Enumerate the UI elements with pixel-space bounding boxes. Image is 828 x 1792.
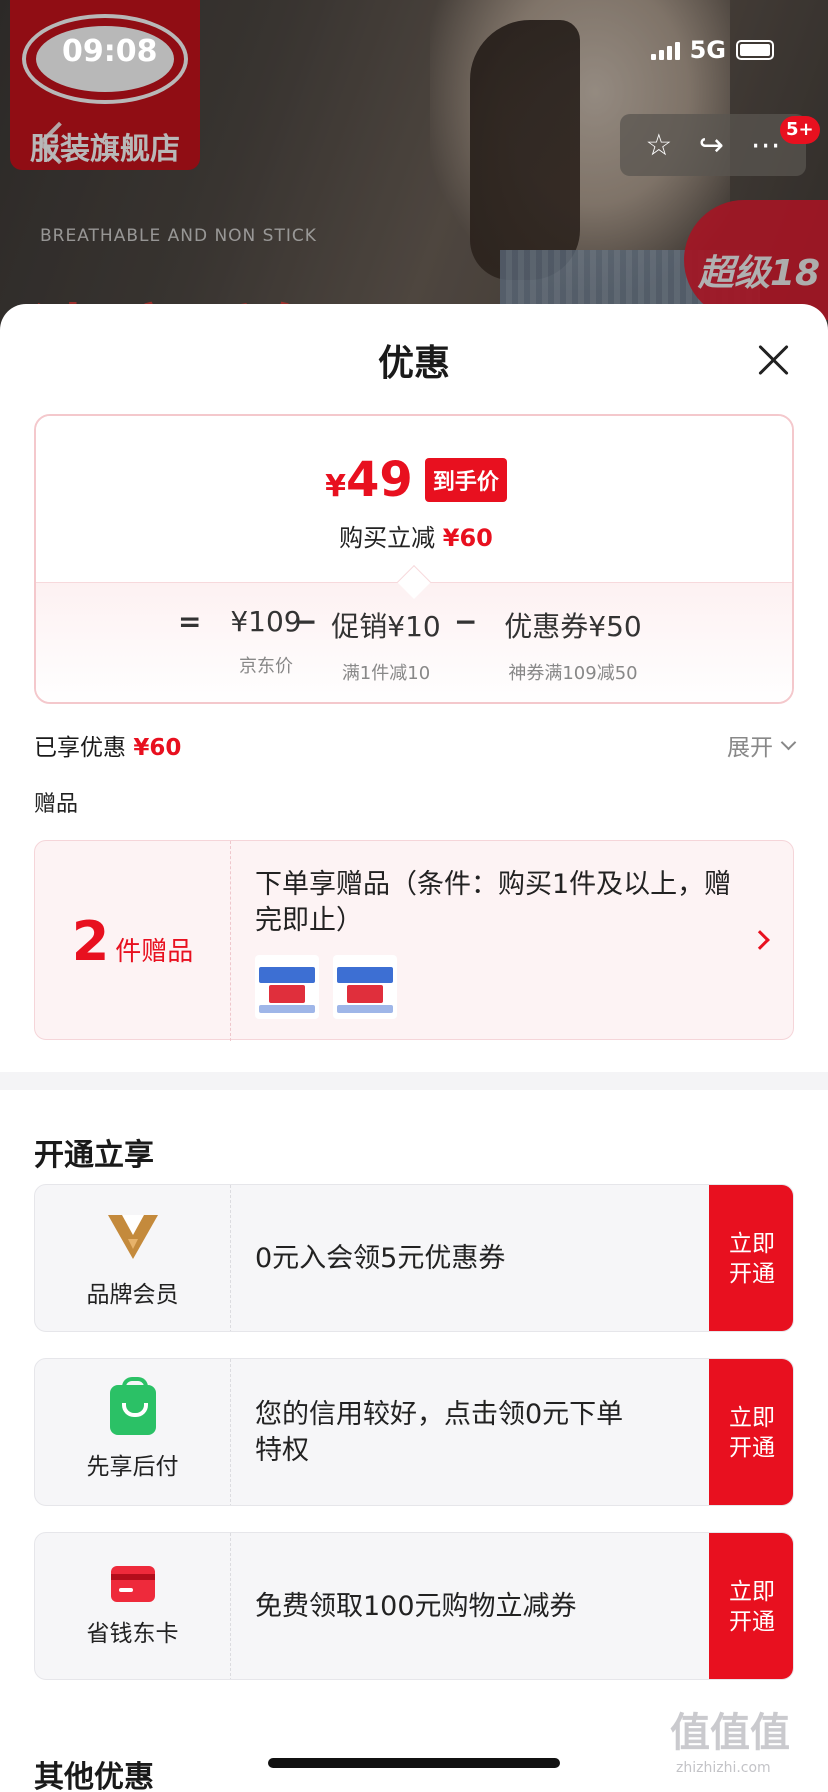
member-description: 您的信用较好，点击领0元下单特权: [255, 1399, 624, 1466]
gift-card[interactable]: 2 件赠品 下单享赠品（条件：购买1件及以上，赠完即止）: [34, 840, 794, 1041]
product-background: 服装旗舰店 BREATHABLE AND NON STICK 超级18 清凉透气…: [0, 0, 828, 330]
minus-sign: −: [294, 605, 318, 638]
coupon-label: 神券满109减50: [508, 663, 638, 684]
open-now-button[interactable]: 立即开通: [709, 1359, 793, 1505]
home-indicator[interactable]: [268, 1758, 560, 1768]
save-label: 购买立减: [339, 524, 436, 552]
gift-thumbnail[interactable]: [333, 955, 397, 1019]
card-icon: [110, 1566, 155, 1602]
notification-badge: 5+: [780, 116, 820, 144]
member-name: 先享后付: [86, 1454, 179, 1480]
gift-thumbnail[interactable]: [255, 955, 319, 1019]
coupon-item: 优惠券¥50 神券满109减50: [478, 605, 668, 685]
member-card-savings[interactable]: 省钱东卡 免费领取100元购物立减券 立即开通: [34, 1532, 794, 1680]
status-indicators: 5G: [650, 36, 774, 64]
site-watermark-url: zhizhizhi.com: [676, 1760, 771, 1776]
gift-count-block: 2 件赠品: [35, 841, 231, 1041]
enjoyed-discount: 已享优惠 ¥60: [34, 728, 181, 762]
gift-unit: 件赠品: [115, 936, 194, 967]
member-identity: 省钱东卡: [35, 1533, 231, 1679]
member-card-brand[interactable]: 品牌会员 0元入会领5元优惠券 立即开通: [34, 1184, 794, 1332]
site-watermark: 值值值: [670, 1710, 790, 1756]
minus-sign: −: [454, 605, 478, 638]
top-action-bar: ☆ ↪ ⋯: [620, 114, 806, 176]
final-price-value: 49: [346, 452, 413, 508]
price-summary: ¥49 到手价 购买立减 ¥60: [36, 416, 792, 582]
section-divider: [0, 1072, 828, 1090]
status-time: 09:08: [62, 34, 158, 69]
other-section-title: 其他优惠: [34, 1760, 154, 1792]
gift-count: 2: [71, 909, 110, 973]
promo-item: 促销¥10 满1件减10: [316, 605, 456, 685]
member-identity: 先享后付: [35, 1359, 231, 1505]
share-icon[interactable]: ↪: [699, 128, 724, 163]
gift-section-label: 赠品: [34, 792, 79, 817]
member-description: 免费领取100元购物立减券: [255, 1591, 577, 1622]
member-name: 品牌会员: [86, 1282, 179, 1308]
signal-icon: [650, 40, 680, 60]
expand-button[interactable]: 展开: [727, 728, 797, 762]
enjoyed-amount: ¥60: [133, 735, 182, 761]
chevron-right-icon: [750, 930, 770, 950]
gift-thumbnails: [255, 955, 397, 1019]
brand-v-icon: [107, 1215, 158, 1259]
open-now-button[interactable]: 立即开通: [709, 1185, 793, 1331]
member-card-paylater[interactable]: 先享后付 您的信用较好，点击领0元下单特权 立即开通: [34, 1358, 794, 1506]
open-section-title: 开通立享: [34, 1138, 154, 1173]
discount-sheet: 优惠 ¥49 到手价 购买立减 ¥60 = ¥109 京东价 − 促销¥10 满…: [0, 304, 828, 1792]
network-label: 5G: [689, 36, 726, 64]
more-icon[interactable]: ⋯: [751, 128, 781, 163]
jd-price-label: 京东价: [239, 656, 293, 677]
battery-icon: [736, 40, 774, 60]
open-now-button[interactable]: 立即开通: [709, 1533, 793, 1679]
chevron-down-icon: [780, 734, 797, 750]
member-name: 省钱东卡: [86, 1621, 179, 1647]
price-breakdown-card: ¥49 到手价 购买立减 ¥60 = ¥109 京东价 − 促销¥10 满1件减…: [34, 414, 794, 704]
coupon-amount: 优惠券¥50: [504, 610, 642, 643]
enjoyed-discount-row[interactable]: 已享优惠 ¥60 展开: [34, 728, 797, 762]
promo-amount: 促销¥10: [331, 610, 441, 643]
final-price: ¥49: [325, 456, 413, 504]
final-price-currency: ¥: [325, 469, 347, 504]
member-identity: 品牌会员: [35, 1185, 231, 1331]
instant-save-line: 购买立减 ¥60: [36, 518, 792, 553]
final-price-line: ¥49 到手价: [36, 456, 792, 504]
sheet-title: 优惠: [377, 343, 450, 384]
close-icon[interactable]: [754, 340, 794, 380]
expand-label: 展开: [727, 735, 773, 761]
shopping-bag-icon: [109, 1377, 156, 1435]
member-description: 0元入会领5元优惠券: [255, 1243, 506, 1274]
jd-price: ¥109: [230, 605, 302, 638]
price-formula: = ¥109 京东价 − 促销¥10 满1件减10 − 优惠券¥50 神券满10…: [36, 582, 792, 702]
gift-description: 下单享赠品（条件：购买1件及以上，赠完即止）: [255, 869, 732, 936]
equals-sign: =: [178, 605, 202, 638]
save-amount: ¥60: [442, 524, 493, 552]
enjoyed-label: 已享优惠: [34, 735, 126, 761]
final-price-tag: 到手价: [424, 458, 507, 502]
favorite-star-icon[interactable]: ☆: [645, 128, 672, 163]
promo-label: 满1件减10: [341, 663, 431, 684]
